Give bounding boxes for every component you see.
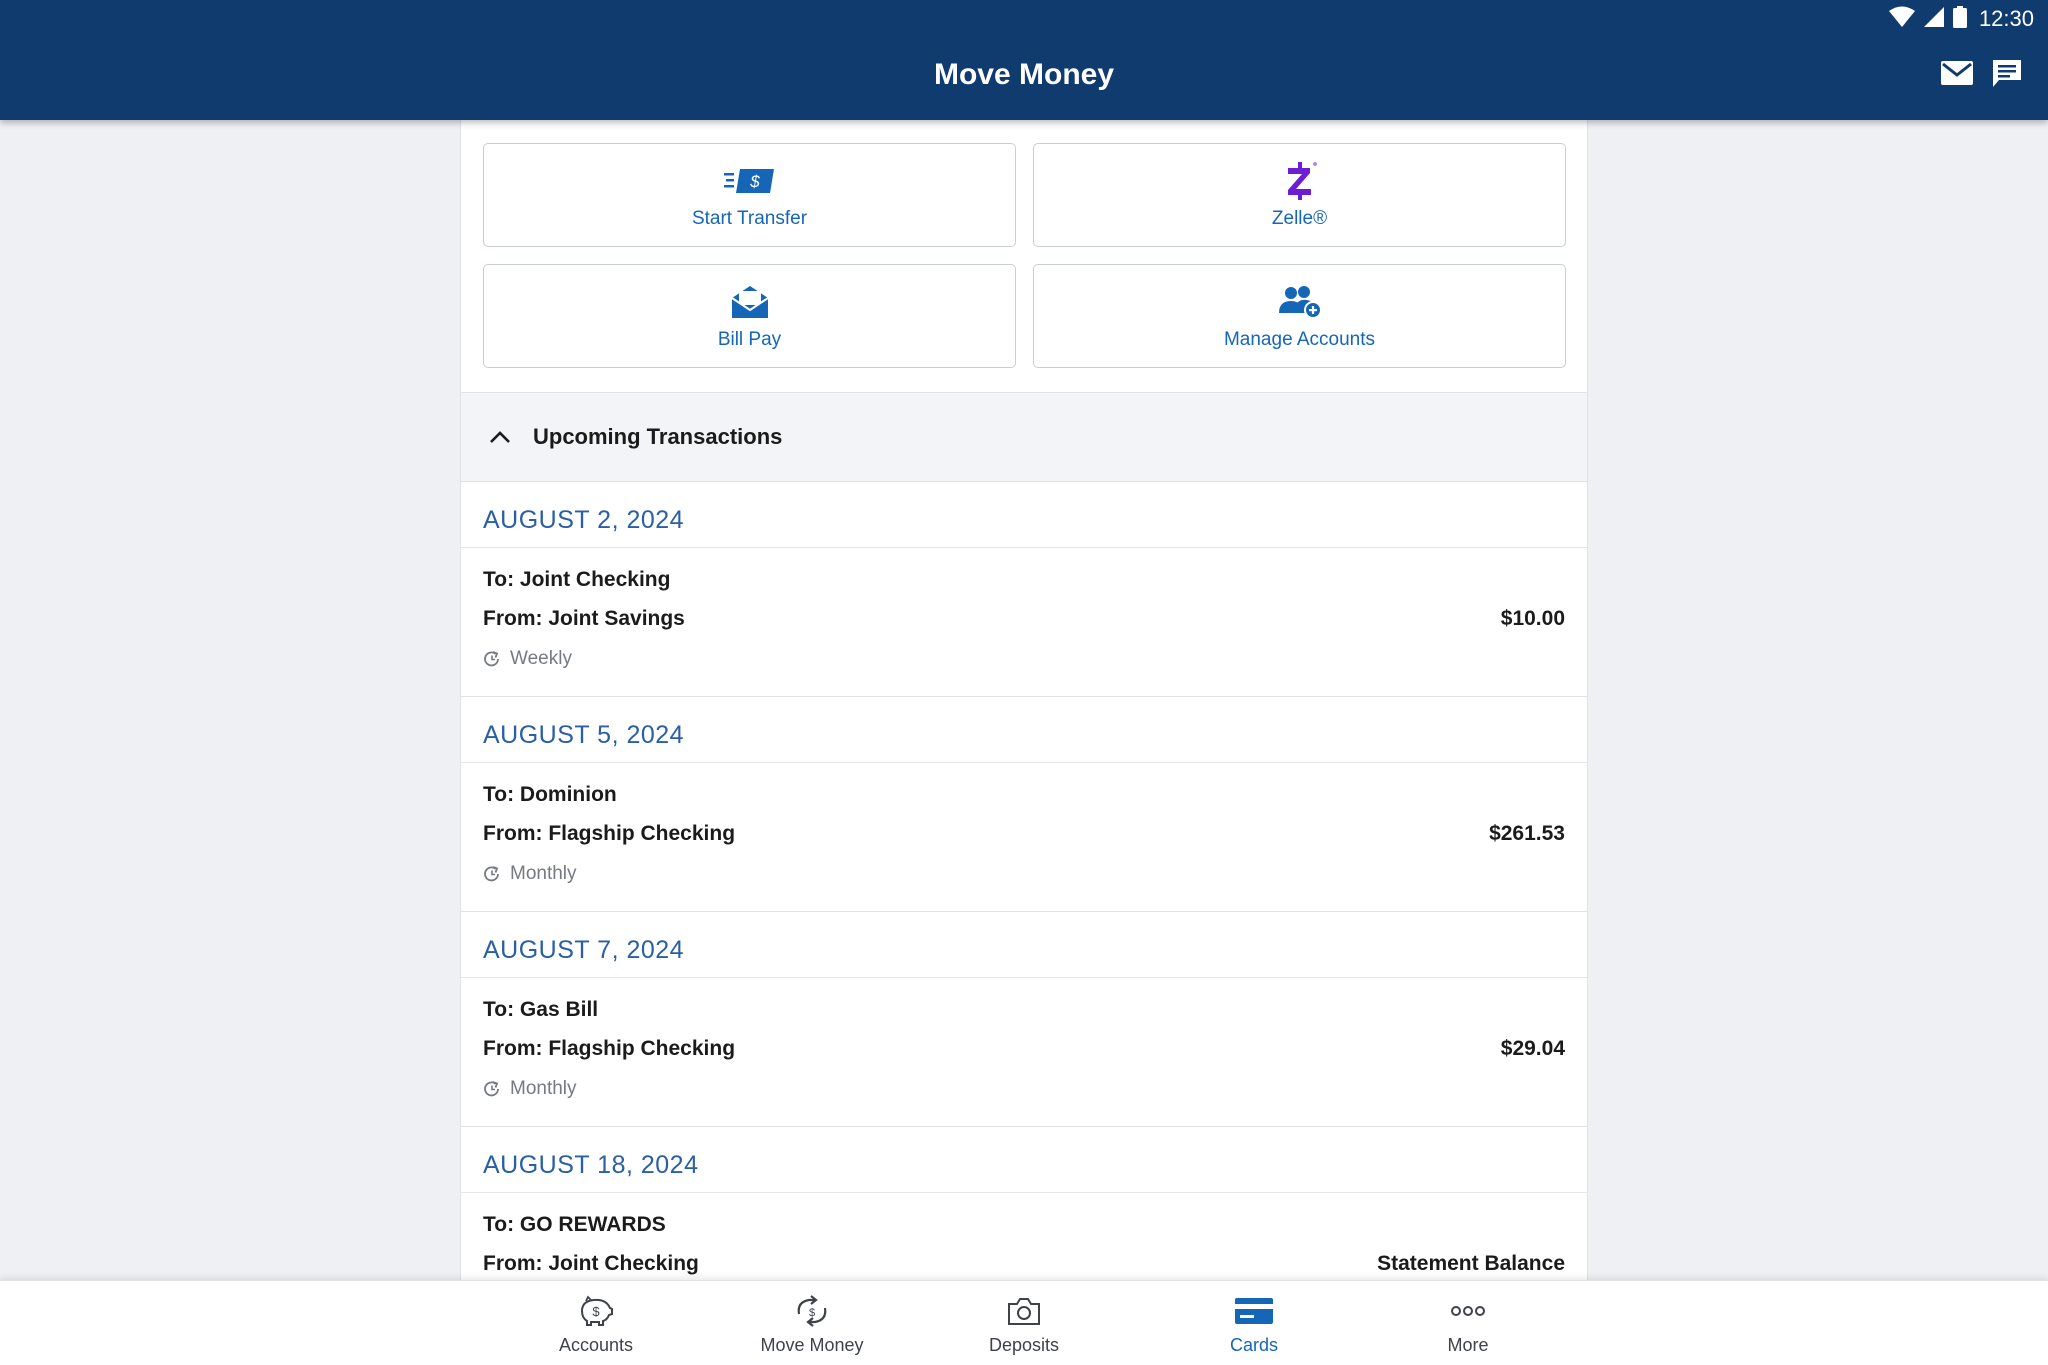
chevron-up-icon <box>489 425 513 449</box>
nav-deposits[interactable]: Deposits <box>934 1291 1114 1361</box>
frequency-label: Monthly <box>510 863 577 884</box>
recurring-icon <box>483 864 503 884</box>
bill-envelope-icon <box>730 281 770 323</box>
chat-icon <box>1991 58 2023 93</box>
transaction-frequency: Monthly <box>483 1078 1565 1100</box>
piggy-bank-icon: $ <box>578 1291 614 1331</box>
transfer-arrows-icon: $ <box>793 1291 831 1331</box>
transaction-from: From: Flagship Checking <box>483 822 736 845</box>
bottom-navigation: $ Accounts $ Move Money Deposits Cards M… <box>0 1280 2048 1365</box>
move-money-panel[interactable]: $ Start Transfer Zelle® Bill Pay Manage … <box>460 120 1588 1280</box>
zelle-label: Zelle® <box>1271 208 1328 229</box>
page-title: Move Money <box>933 58 1115 91</box>
status-time: 12:30 <box>1978 6 2034 31</box>
transaction-row[interactable]: To: Dominion From: Flagship Checking Mon… <box>461 763 1587 912</box>
zelle-logo-icon <box>1280 160 1320 202</box>
upcoming-transactions-title: Upcoming Transactions <box>533 424 783 449</box>
quick-actions: $ Start Transfer Zelle® Bill Pay Manage … <box>461 120 1587 392</box>
transaction-frequency: Monthly <box>483 863 1565 885</box>
nav-accounts-label: Accounts <box>558 1335 634 1355</box>
cell-signal-icon <box>1923 6 1945 33</box>
transaction-amount: $29.04 <box>1500 1037 1565 1060</box>
frequency-label: Monthly <box>510 1078 577 1099</box>
zelle-button[interactable]: Zelle® <box>1033 143 1566 247</box>
manage-users-icon <box>1277 281 1323 323</box>
manage-accounts-label: Manage Accounts <box>1223 329 1376 350</box>
header-actions <box>1940 58 2024 92</box>
nav-more-label: More <box>1447 1335 1489 1355</box>
status-bar: 12:30 <box>1888 4 2034 34</box>
svg-text:$: $ <box>809 1307 815 1319</box>
camera-icon <box>1007 1291 1041 1331</box>
transaction-amount: $10.00 <box>1500 607 1565 630</box>
nav-accounts[interactable]: $ Accounts <box>506 1291 686 1361</box>
nav-move-money-label: Move Money <box>760 1335 864 1355</box>
wifi-icon <box>1888 6 1915 33</box>
nav-cards[interactable]: Cards <box>1164 1291 1344 1361</box>
transaction-to: To: Joint Checking <box>483 568 671 591</box>
messages-button[interactable] <box>1940 58 1974 92</box>
transaction-row[interactable]: To: GO REWARDS From: Joint Checking Stat… <box>461 1193 1587 1280</box>
mail-icon <box>1941 60 1973 90</box>
transfer-money-icon: $ <box>723 160 776 202</box>
more-dots-icon <box>1450 1291 1486 1331</box>
svg-text:$: $ <box>592 1304 600 1319</box>
bill-pay-button[interactable]: Bill Pay <box>483 264 1016 368</box>
nav-more[interactable]: More <box>1378 1291 1558 1361</box>
app-header: 12:30 Move Money <box>0 0 2048 120</box>
transaction-to: To: Dominion <box>483 783 617 806</box>
upcoming-transactions-toggle[interactable]: Upcoming Transactions <box>461 392 1587 482</box>
manage-accounts-button[interactable]: Manage Accounts <box>1033 264 1566 368</box>
transaction-to: To: GO REWARDS <box>483 1213 666 1236</box>
transaction-frequency: Weekly <box>483 648 1565 670</box>
transaction-date-header: AUGUST 7, 2024 <box>461 912 1587 978</box>
credit-card-icon <box>1234 1291 1274 1331</box>
transaction-row[interactable]: To: Gas Bill From: Flagship Checking Mon… <box>461 978 1587 1127</box>
start-transfer-label: Start Transfer <box>691 208 808 229</box>
transaction-date-header: AUGUST 18, 2024 <box>461 1127 1587 1193</box>
start-transfer-button[interactable]: $ Start Transfer <box>483 143 1016 247</box>
transaction-amount: $261.53 <box>1489 822 1565 845</box>
transaction-to: To: Gas Bill <box>483 998 599 1021</box>
frequency-label: Weekly <box>510 648 572 669</box>
transaction-row[interactable]: To: Joint Checking From: Joint Savings W… <box>461 548 1587 697</box>
transaction-date-header: AUGUST 5, 2024 <box>461 697 1587 763</box>
chat-button[interactable] <box>1990 58 2024 92</box>
transaction-date-header: AUGUST 2, 2024 <box>461 482 1587 548</box>
svg-text:$: $ <box>749 172 760 191</box>
nav-move-money[interactable]: $ Move Money <box>722 1291 902 1361</box>
nav-cards-label: Cards <box>1229 1335 1278 1355</box>
transaction-amount: Statement Balance <box>1377 1252 1565 1275</box>
battery-icon <box>1952 5 1967 33</box>
transaction-from: From: Joint Savings <box>483 607 685 630</box>
recurring-icon <box>483 649 503 669</box>
bill-pay-label: Bill Pay <box>717 329 782 350</box>
nav-deposits-label: Deposits <box>988 1335 1060 1355</box>
recurring-icon <box>483 1079 503 1099</box>
transaction-from: From: Flagship Checking <box>483 1037 736 1060</box>
